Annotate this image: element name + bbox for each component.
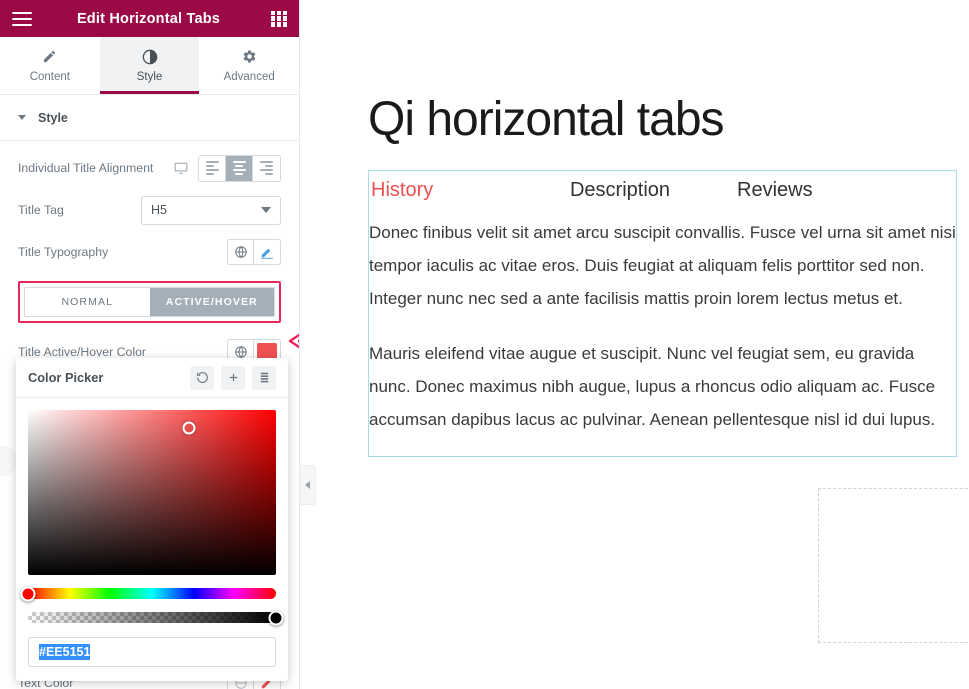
sv-cursor-handle[interactable] (182, 421, 196, 435)
style-section-header[interactable]: Style (0, 95, 299, 141)
add-icon[interactable] (221, 365, 245, 390)
color-picker-body: #EE5151 (16, 398, 288, 681)
tab-paragraph: Mauris eleifend vitae augue et suscipit.… (369, 344, 936, 429)
horizontal-tabs-widget: History Description Reviews Donec finibu… (368, 170, 957, 457)
half-circle-icon (142, 48, 158, 65)
hex-input[interactable]: #EE5151 (28, 637, 276, 667)
color-picker-actions (190, 365, 276, 390)
hex-value: #EE5151 (39, 644, 91, 660)
preview-canvas: Qi horizontal tabs History Description R… (300, 0, 969, 689)
color-picker-popup: Color Picker #EE5151 (16, 358, 288, 681)
panel-collapse-handle[interactable] (300, 465, 316, 505)
panel-title: Edit Horizontal Tabs (76, 10, 221, 27)
tab-paragraph: Donec finibus velit sit amet arcu suscip… (369, 223, 956, 308)
typography-buttons (227, 239, 281, 265)
title-tag-label: Title Tag (18, 203, 64, 217)
gear-icon (242, 48, 257, 65)
reset-icon[interactable] (190, 365, 214, 390)
annotation-arrow (288, 333, 299, 349)
globe-icon[interactable] (228, 240, 254, 264)
empty-placeholder-box[interactable] (818, 488, 969, 643)
control-title-alignment: Individual Title Alignment (0, 147, 299, 189)
align-left-button[interactable] (199, 155, 226, 181)
page-title: Qi horizontal tabs (368, 93, 725, 146)
chevron-left-icon (305, 481, 310, 489)
style-section-title: Style (38, 110, 68, 125)
tab-content[interactable]: Content (0, 37, 100, 94)
alpha-slider[interactable] (28, 610, 284, 625)
elementor-settings-panel: Edit Horizontal Tabs Content Style Advan… (0, 0, 300, 689)
control-title-typography: Title Typography (0, 231, 299, 273)
state-active-hover-button[interactable]: ACTIVE/HOVER (149, 288, 274, 316)
tab-history[interactable]: History (369, 179, 529, 202)
state-toggle-highlight: NORMAL ACTIVE/HOVER (18, 281, 281, 323)
desktop-icon[interactable] (174, 161, 188, 175)
chevron-down-icon (18, 115, 26, 120)
alignment-button-group (198, 154, 281, 182)
color-picker-header: Color Picker (16, 358, 288, 398)
pencil-edit-icon[interactable] (254, 240, 280, 264)
chevron-down-icon (261, 207, 271, 213)
color-picker-title: Color Picker (28, 370, 104, 385)
tab-style[interactable]: Style (99, 37, 200, 94)
tabs-content-body: Donec finibus velit sit amet arcu suscip… (369, 212, 956, 456)
tab-advanced-label: Advanced (223, 71, 275, 83)
panel-tab-bar: Content Style Advanced (0, 37, 299, 95)
title-tag-value: H5 (151, 203, 167, 217)
active-hover-color-label: Title Active/Hover Color (18, 345, 147, 359)
panel-header: Edit Horizontal Tabs (0, 0, 299, 37)
saturation-value-area[interactable] (28, 410, 276, 575)
editor-window: Edit Horizontal Tabs Content Style Advan… (0, 0, 969, 689)
pencil-icon (42, 48, 57, 65)
tab-content-label: Content (29, 71, 70, 83)
hue-slider[interactable] (20, 586, 276, 601)
state-normal-button[interactable]: NORMAL (25, 288, 150, 316)
state-toggle-group: NORMAL ACTIVE/HOVER (24, 287, 275, 317)
grid-icon[interactable] (271, 10, 287, 27)
title-typography-label: Title Typography (18, 245, 109, 259)
tabs-nav: History Description Reviews (369, 171, 956, 212)
tab-description[interactable]: Description (529, 179, 709, 202)
title-alignment-label: Individual Title Alignment (18, 161, 154, 175)
align-center-button[interactable] (226, 155, 253, 181)
title-tag-select[interactable]: H5 (141, 195, 281, 225)
tab-reviews[interactable]: Reviews (709, 179, 956, 202)
tab-advanced[interactable]: Advanced (199, 37, 299, 94)
tab-style-label: Style (136, 71, 163, 83)
align-right-button[interactable] (253, 155, 280, 181)
hue-slider-handle[interactable] (20, 586, 36, 601)
alpha-slider-handle[interactable] (268, 610, 284, 625)
control-title-tag: Title Tag H5 (0, 189, 299, 231)
library-icon[interactable] (252, 365, 276, 390)
